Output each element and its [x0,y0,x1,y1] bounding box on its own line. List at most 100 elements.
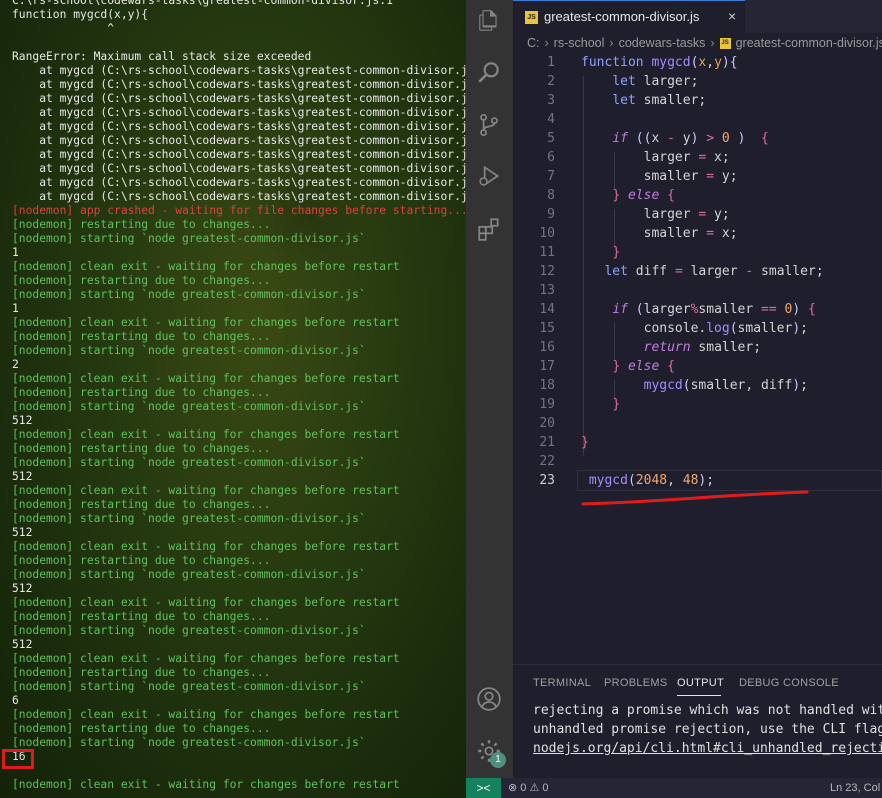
code-line[interactable]: 23 mygcd(2048, 48); [513,471,882,490]
code-line[interactable]: 13 [513,281,882,300]
code-token: diff [635,264,675,279]
code-token: y; [714,169,738,184]
line-number: 22 [539,454,555,469]
terminal-line: [nodemon] starting `node greatest-common… [12,456,366,469]
code-line[interactable]: 1 function mygcd(x,y){ [513,53,882,72]
code-token: } [612,397,621,412]
code-token: mygcd [588,473,628,488]
terminal-line: [nodemon] app crashed - waiting for file… [12,204,466,217]
terminal-line: ^ [12,22,115,35]
code-line[interactable]: 14 if (larger%smaller == 0) { [513,300,882,319]
code-token: else [627,359,668,374]
code-token: } [612,245,621,260]
terminal-line: at mygcd (C:\rs-school\codewars-tasks\gr… [12,78,466,91]
tab-output[interactable]: OUTPUT [677,677,724,689]
code-line[interactable]: 15 console.log(smaller); [513,319,882,338]
line-number: 6 [547,150,555,165]
tab-debug-console[interactable]: DEBUG CONSOLE [739,677,839,689]
code-text: mygcd(smaller, diff); [581,376,808,395]
code-token: 0 [721,131,730,146]
code-token: ) [792,378,801,393]
code-editor[interactable]: JS greatest-common-divisor.js × C: › rs-sc… [513,0,882,664]
terminal-line: 1 [12,302,19,315]
problems-count[interactable]: ⊗ 0 ⚠ 0 [508,781,548,794]
breadcrumb-item[interactable]: greatest-common-divisor.js [736,36,882,50]
terminal-line: [nodemon] clean exit - waiting for chang… [12,778,400,791]
breadcrumb-item[interactable]: C: [527,36,540,50]
line-number: 9 [547,207,555,222]
terminal-line: [nodemon] clean exit - waiting for chang… [12,428,400,441]
code-line[interactable]: 3 let smaller; [513,91,882,110]
account-icon[interactable] [476,686,502,712]
source-control-icon[interactable] [476,112,502,138]
breadcrumb-item[interactable]: rs-school [554,36,605,50]
code-text: } [581,395,620,414]
code-token: larger [581,207,699,222]
extensions-icon[interactable] [476,216,502,242]
remote-indicator-icon[interactable]: >< [466,778,501,798]
code-text: larger = y; [581,205,730,224]
code-text: function mygcd(x,y){ [581,53,738,72]
code-line[interactable]: 17 } else { [513,357,882,376]
code-text: if ((x - y) > 0 ) { [581,129,769,148]
code-line[interactable]: 5 if ((x - y) > 0 ) { [513,129,882,148]
code-line[interactable]: 4 [513,110,882,129]
status-bar: >< ⊗ 0 ⚠ 0 Ln 23, Col 1 [466,778,882,798]
terminal-line: [nodemon] restarting due to changes... [12,386,271,399]
terminal-line: C:\rs-school\codewars-tasks\greatest-com… [12,0,393,7]
code-token: { [761,131,769,146]
code-line[interactable]: 20 [513,414,882,433]
tab-problems[interactable]: PROBLEMS [604,677,668,689]
code-token: (( [635,131,652,146]
code-line[interactable]: 6 larger = x; [513,148,882,167]
terminal-line: RangeError: Maximum call stack size exce… [12,50,312,63]
code-token: function [581,55,652,70]
line-number: 4 [547,112,555,127]
code-token: mygcd [643,378,683,393]
code-token: mygcd [651,55,691,70]
code-token: { [808,302,816,317]
code-line[interactable]: 2 let larger; [513,72,882,91]
code-line[interactable]: 11 } [513,243,882,262]
tab-terminal[interactable]: TERMINAL [533,677,591,689]
line-number: 16 [539,340,555,355]
code-line[interactable]: 8 } else { [513,186,882,205]
code-line[interactable]: 18 mygcd(smaller, diff); [513,376,882,395]
code-line[interactable]: 10 smaller = x; [513,224,882,243]
code-text: let smaller; [581,91,706,110]
code-line[interactable]: 16 return smaller; [513,338,882,357]
search-icon[interactable] [476,59,502,85]
code-line[interactable]: 9 larger = y; [513,205,882,224]
code-line[interactable]: 19 } [513,395,882,414]
editor-tab[interactable]: JS greatest-common-divisor.js × [513,0,745,33]
code-token: log [706,321,730,336]
terminal-line: at mygcd (C:\rs-school\codewars-tasks\gr… [12,190,466,203]
code-token: smaller [698,302,762,317]
line-number: 19 [539,397,555,412]
explorer-icon[interactable] [476,8,502,34]
code-text: } [581,243,620,262]
cursor-position[interactable]: Ln 23, Col 1 [830,782,882,794]
settings-badge: 1 [490,752,506,768]
terminal-line: [nodemon] clean exit - waiting for chang… [12,316,400,329]
js-file-icon: JS [719,38,731,50]
terminal-panel[interactable]: C:\rs-school\codewars-tasks\greatest-com… [0,0,466,798]
close-icon[interactable]: × [728,8,736,24]
code-text: } [581,433,589,452]
line-number: 21 [539,435,555,450]
breadcrumb: C: › rs-school › codewars-tasks › JS greatest-c… [527,36,882,50]
code-token: { [667,188,675,203]
breadcrumb-item[interactable]: codewars-tasks [619,36,706,50]
code-line[interactable]: 12 let diff = larger - smaller; [513,262,882,281]
code-line[interactable]: 22 [513,452,882,471]
code-token: larger [643,302,691,317]
code-line[interactable]: 7 smaller = y; [513,167,882,186]
terminal-line: [nodemon] restarting due to changes... [12,274,271,287]
code-line[interactable]: 21} [513,433,882,452]
run-debug-icon[interactable] [476,163,502,189]
